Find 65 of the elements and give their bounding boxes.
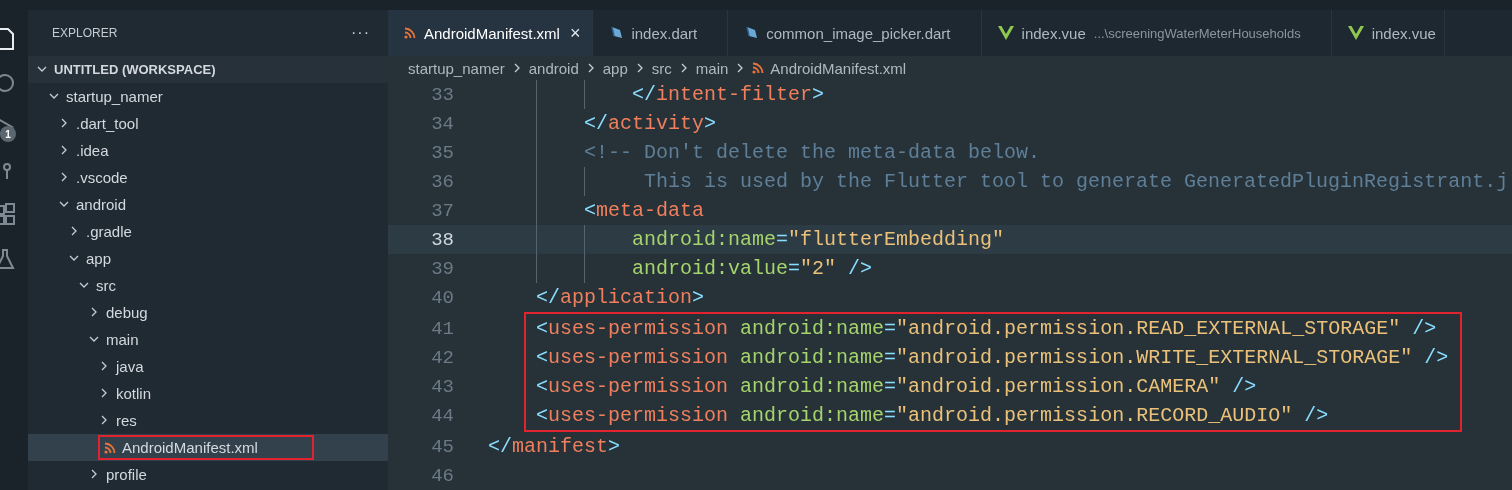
breadcrumb-item[interactable]: android [528,59,579,77]
code-text: This is used by the Flutter tool to generate GeneratedPluginRegistrant.j [644,170,1509,193]
tree-item[interactable]: AndroidManifest.xml [28,434,388,461]
tree-item-label[interactable]: java [116,358,144,375]
rss-icon [104,441,116,454]
line-number: 39 [430,257,454,280]
breadcrumb-item[interactable]: AndroidManifest.xml [770,59,907,77]
v-logo-icon [997,26,1014,40]
tree-item-label[interactable]: AndroidManifest.xml [122,439,258,456]
code-text: android:value="2" /> [632,257,873,280]
line-number: 45 [430,435,454,458]
code-text: <meta-data [584,199,705,222]
dart-file-icon [609,26,624,40]
line-number: 33 [430,83,454,106]
tree-item-label[interactable]: profile [106,466,147,483]
code-text: </activity> [584,112,717,135]
tree-item-label[interactable]: src [96,277,116,294]
code-text: <!-- Don't delete the meta-data below. [584,141,1041,164]
tree-item-label[interactable]: .idea [76,142,109,159]
breadcrumb-item[interactable]: app [602,59,628,77]
breadcrumb-item[interactable]: main [695,59,729,77]
tree-item-label[interactable]: .gradle [86,223,132,240]
line-number: 37 [430,199,454,222]
tree-item-label[interactable]: res [116,412,137,429]
tree-item-label[interactable]: main [106,331,139,348]
line-number: 40 [430,286,454,309]
more-actions-button[interactable]: ··· [351,24,370,42]
tree-item-label[interactable]: app [86,250,112,267]
dart-file-icon [744,26,759,40]
line-number: 44 [430,404,454,427]
line-number: 46 [430,464,454,487]
breadcrumb-item[interactable]: startup_namer [408,59,505,77]
line-number: 41 [430,317,454,340]
workspace-label[interactable]: UNTITLED (WORKSPACE) [54,62,216,77]
code-text: </manifest> [488,435,621,458]
tree-item-label[interactable]: debug [106,304,148,321]
count-badge: 1 [0,126,16,142]
code-text: android:name="flutterEmbedding" [632,228,1005,251]
code-text: <uses-permission android:name="android.permission.WRITE_EXTERNAL_STORAGE" /> [536,346,1449,369]
code-text: <uses-permission android:name="android.permission.READ_EXTERNAL_STORAGE" /> [536,317,1437,340]
editor-tab[interactable]: AndroidManifest.xml × [388,10,594,56]
line-number: 43 [430,375,454,398]
breadcrumb-item[interactable]: src [651,59,672,77]
line-number: 38 [430,228,454,251]
line-number: 36 [430,170,454,193]
workspace-header[interactable]: UNTITLED (WORKSPACE) [28,56,388,83]
tree-item-label[interactable]: kotlin [116,385,152,402]
code-text: <uses-permission android:name="android.permission.CAMERA" /> [536,375,1257,398]
tree-item-label[interactable]: android [76,196,127,213]
rss-icon [752,62,765,74]
code-text: <uses-permission android:name="android.permission.RECORD_AUDIO" /> [536,404,1329,427]
code-text: </application> [536,286,705,309]
v-logo-icon [1347,26,1364,40]
tree-item-label[interactable]: startup_namer [66,88,163,105]
flask-icon[interactable] [0,247,17,271]
line-number: 35 [430,141,454,164]
line-number: 34 [430,112,454,135]
code-text: </intent-filter> [632,83,825,106]
tab-description: ...\screeningWaterMeterHouseholds [1093,25,1301,41]
sidebar-title: EXPLORER [52,26,118,40]
tree-item-label[interactable]: .vscode [76,169,128,186]
line-number: 42 [430,346,454,369]
tree-item-label[interactable]: .dart_tool [76,115,139,132]
close-button[interactable]: × [567,22,583,44]
rss-icon [404,27,416,39]
